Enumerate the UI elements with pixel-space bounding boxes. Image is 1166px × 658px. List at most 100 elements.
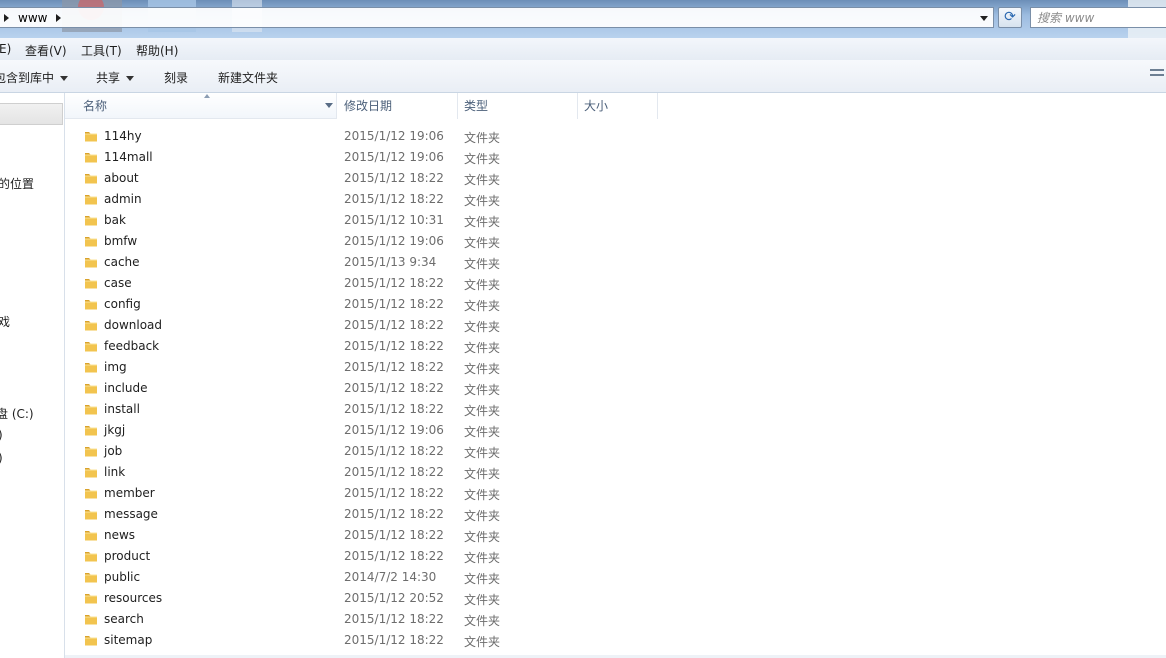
search-input[interactable] <box>1031 8 1166 27</box>
file-row[interactable]: public 2014/7/2 14:30 文件夹 <box>65 567 1166 588</box>
search-box[interactable] <box>1030 7 1166 28</box>
file-row[interactable]: cache 2015/1/13 9:34 文件夹 <box>65 252 1166 273</box>
nav-item-drive[interactable]: ) <box>0 428 3 442</box>
include-in-library-button[interactable]: 包含到库中 <box>0 69 69 86</box>
file-name: resources <box>104 591 163 605</box>
file-name: config <box>104 297 141 311</box>
file-row[interactable]: install 2015/1/12 18:22 文件夹 <box>65 399 1166 420</box>
column-filter-dropdown-icon[interactable] <box>325 103 333 108</box>
folder-icon <box>85 342 97 352</box>
file-row[interactable]: img 2015/1/12 18:22 文件夹 <box>65 357 1166 378</box>
file-row[interactable]: bak 2015/1/12 10:31 文件夹 <box>65 210 1166 231</box>
menu-view[interactable]: 查看(V) <box>25 42 67 59</box>
file-type: 文件夹 <box>464 551 501 565</box>
file-row[interactable]: 114mall 2015/1/12 19:06 文件夹 <box>65 147 1166 168</box>
folder-icon <box>85 405 97 415</box>
file-modified: 2015/1/12 19:06 <box>344 234 444 248</box>
file-type: 文件夹 <box>464 425 501 439</box>
file-row[interactable]: config 2015/1/12 18:22 文件夹 <box>65 294 1166 315</box>
address-history-dropdown-icon[interactable] <box>977 10 991 25</box>
file-name: product <box>104 549 151 563</box>
file-row[interactable]: include 2015/1/12 18:22 文件夹 <box>65 378 1166 399</box>
file-row[interactable]: product 2015/1/12 18:22 文件夹 <box>65 546 1166 567</box>
nav-item-recent-places[interactable]: 的位置 <box>0 175 34 192</box>
menu-edit[interactable]: E) <box>0 42 11 56</box>
file-modified: 2015/1/12 18:22 <box>344 507 444 521</box>
file-row[interactable]: resources 2015/1/12 20:52 文件夹 <box>65 588 1166 609</box>
command-toolbar: 包含到库中 共享 刻录 新建文件夹 <box>0 60 1166 93</box>
share-label: 共享 <box>96 71 121 85</box>
column-header-type[interactable]: 类型 <box>456 93 577 119</box>
file-modified: 2015/1/12 19:06 <box>344 423 444 437</box>
breadcrumb-arrow-icon[interactable] <box>4 14 9 22</box>
file-name: sitemap <box>104 633 153 647</box>
file-name: 114mall <box>104 150 153 164</box>
folder-icon <box>85 468 97 478</box>
address-bar[interactable]: www <box>0 7 994 28</box>
refresh-button[interactable]: ⟳ <box>998 7 1022 28</box>
file-row[interactable]: download 2015/1/12 18:22 文件夹 <box>65 315 1166 336</box>
file-row[interactable]: search 2015/1/12 18:22 文件夹 <box>65 609 1166 630</box>
folder-icon <box>85 258 97 268</box>
file-row[interactable]: jkgj 2015/1/12 19:06 文件夹 <box>65 420 1166 441</box>
file-name: download <box>104 318 163 332</box>
file-type: 文件夹 <box>464 614 501 628</box>
column-divider[interactable] <box>657 93 658 119</box>
file-type: 文件夹 <box>464 467 501 481</box>
folder-icon <box>85 384 97 394</box>
file-row[interactable]: job 2015/1/12 18:22 文件夹 <box>65 441 1166 462</box>
file-modified: 2015/1/12 18:22 <box>344 297 444 311</box>
nav-item-games[interactable]: 戏 <box>0 313 10 330</box>
menu-help[interactable]: 帮助(H) <box>136 42 178 59</box>
file-row[interactable]: member 2015/1/12 18:22 文件夹 <box>65 483 1166 504</box>
file-row[interactable]: link 2015/1/12 18:22 文件夹 <box>65 462 1166 483</box>
folder-icon <box>85 552 97 562</box>
file-row[interactable]: feedback 2015/1/12 18:22 文件夹 <box>65 336 1166 357</box>
share-button[interactable]: 共享 <box>96 69 135 86</box>
file-modified: 2015/1/12 10:31 <box>344 213 444 227</box>
view-options-icon[interactable] <box>1150 69 1164 81</box>
file-type: 文件夹 <box>464 383 501 397</box>
file-type: 文件夹 <box>464 131 501 145</box>
file-row[interactable]: sitemap 2015/1/12 18:22 文件夹 <box>65 630 1166 651</box>
file-row[interactable]: case 2015/1/12 18:22 文件夹 <box>65 273 1166 294</box>
file-modified: 2015/1/12 18:22 <box>344 171 444 185</box>
column-header-size[interactable]: 大小 <box>576 93 657 119</box>
file-modified: 2015/1/12 18:22 <box>344 486 444 500</box>
column-header-modified[interactable]: 修改日期 <box>336 93 457 119</box>
file-modified: 2015/1/12 18:22 <box>344 549 444 563</box>
file-type: 文件夹 <box>464 173 501 187</box>
chevron-down-icon <box>126 76 135 81</box>
burn-button[interactable]: 刻录 <box>164 69 188 86</box>
file-modified: 2015/1/12 20:52 <box>344 591 444 605</box>
file-row[interactable]: news 2015/1/12 18:22 文件夹 <box>65 525 1166 546</box>
title-bar: www ⟳ <box>0 0 1166 38</box>
file-modified: 2015/1/12 18:22 <box>344 612 444 626</box>
nav-item-drive[interactable]: ) <box>0 451 3 465</box>
new-folder-button[interactable]: 新建文件夹 <box>218 69 278 86</box>
menu-tools[interactable]: 工具(T) <box>81 42 122 59</box>
breadcrumb-arrow-icon[interactable] <box>56 14 61 22</box>
file-modified: 2015/1/12 18:22 <box>344 633 444 647</box>
file-modified: 2015/1/12 18:22 <box>344 444 444 458</box>
file-name: member <box>104 486 155 500</box>
file-row[interactable]: 114hy 2015/1/12 19:06 文件夹 <box>65 126 1166 147</box>
breadcrumb-segment-www[interactable]: www <box>18 11 47 25</box>
file-name: about <box>104 171 139 185</box>
file-modified: 2015/1/12 18:22 <box>344 528 444 542</box>
folder-icon <box>85 279 97 289</box>
file-row[interactable]: bmfw 2015/1/12 19:06 文件夹 <box>65 231 1166 252</box>
sort-ascending-icon <box>204 94 210 98</box>
file-type: 文件夹 <box>464 362 501 376</box>
column-header-name[interactable]: 名称 <box>65 93 337 119</box>
file-type: 文件夹 <box>464 488 501 502</box>
nav-item-drive[interactable]: ) <box>0 474 1 488</box>
file-row[interactable]: message 2015/1/12 18:22 文件夹 <box>65 504 1166 525</box>
folder-icon <box>85 447 97 457</box>
nav-selected-item[interactable] <box>0 103 63 125</box>
file-row[interactable]: admin 2015/1/12 18:22 文件夹 <box>65 189 1166 210</box>
file-row[interactable]: about 2015/1/12 18:22 文件夹 <box>65 168 1166 189</box>
file-name: message <box>104 507 158 521</box>
file-type: 文件夹 <box>464 404 501 418</box>
nav-item-drive-c[interactable]: 盘 (C:) <box>0 405 34 422</box>
